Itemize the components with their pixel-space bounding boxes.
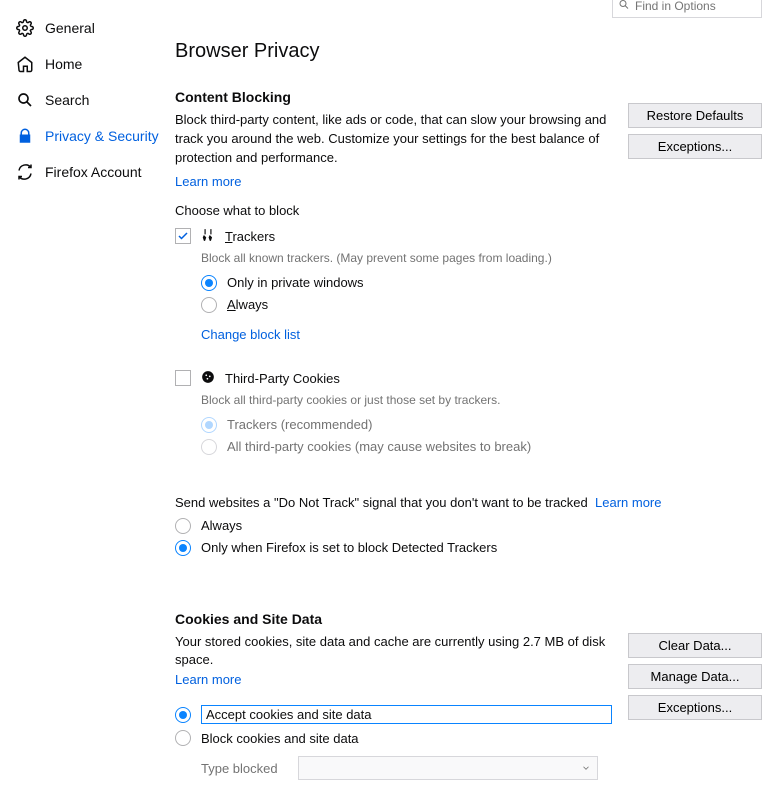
page-title: Browser Privacy: [175, 40, 762, 63]
dnt-only-radio[interactable]: [175, 540, 191, 556]
cookies-learn-more-link[interactable]: Learn more: [175, 672, 241, 687]
cookies-desc: Your stored cookies, site data and cache…: [175, 633, 612, 671]
content-blocking-exceptions-button[interactable]: Exceptions...: [628, 134, 762, 159]
manage-data-button[interactable]: Manage Data...: [628, 664, 762, 689]
gear-icon: [15, 18, 35, 38]
dnt-always-label: Always: [201, 518, 242, 533]
tp-cookies-all-label: All third-party cookies (may cause websi…: [227, 439, 531, 454]
sidebar-item-firefox-account[interactable]: Firefox Account: [5, 154, 175, 190]
sidebar: General Home Search Privacy & Security F…: [0, 0, 175, 806]
dnt-desc: Send websites a "Do Not Track" signal th…: [175, 495, 588, 510]
tp-cookies-trackers-label: Trackers (recommended): [227, 417, 372, 432]
sidebar-item-label: Search: [45, 92, 89, 108]
trackers-sublabel: Block all known trackers. (May prevent s…: [201, 251, 762, 265]
third-party-cookies-sublabel: Block all third-party cookies or just th…: [201, 393, 762, 407]
dnt-always-radio[interactable]: [175, 518, 191, 534]
sidebar-item-general[interactable]: General: [5, 10, 175, 46]
dnt-only-label: Only when Firefox is set to block Detect…: [201, 540, 497, 555]
cookies-accept-radio[interactable]: [175, 707, 191, 723]
cookies-block-radio[interactable]: [175, 730, 191, 746]
content-blocking-desc: Block third-party content, like ads or c…: [175, 111, 612, 168]
trackers-icon: [201, 228, 215, 245]
cookies-exceptions-button[interactable]: Exceptions...: [628, 695, 762, 720]
clear-data-button[interactable]: Clear Data...: [628, 633, 762, 658]
content-blocking-learn-more-link[interactable]: Learn more: [175, 174, 241, 189]
sidebar-item-home[interactable]: Home: [5, 46, 175, 82]
type-blocked-select[interactable]: [298, 756, 598, 780]
sidebar-item-label: General: [45, 20, 95, 36]
sync-icon: [15, 162, 35, 182]
lock-icon: [15, 126, 35, 146]
cookies-block-label: Block cookies and site data: [201, 731, 359, 746]
search-input[interactable]: [612, 0, 762, 18]
sidebar-item-label: Privacy & Security: [45, 128, 159, 144]
trackers-always-radio[interactable]: [201, 297, 217, 313]
tp-cookies-trackers-radio[interactable]: [201, 417, 217, 433]
sidebar-item-label: Firefox Account: [45, 164, 142, 180]
sidebar-item-label: Home: [45, 56, 82, 72]
sidebar-item-search[interactable]: Search: [5, 82, 175, 118]
content-blocking-heading: Content Blocking: [175, 89, 612, 105]
main-content: Browser Privacy Content Blocking Block t…: [175, 0, 780, 806]
trackers-label: Trackers: [225, 229, 275, 244]
trackers-checkbox[interactable]: [175, 228, 191, 244]
chevron-down-icon: [581, 761, 591, 776]
cookies-heading: Cookies and Site Data: [175, 611, 762, 627]
restore-defaults-button[interactable]: Restore Defaults: [628, 103, 762, 128]
search-wrap: [612, 0, 762, 18]
third-party-cookies-label: Third-Party Cookies: [225, 371, 340, 386]
type-blocked-label: Type blocked: [201, 761, 278, 776]
home-icon: [15, 54, 35, 74]
tp-cookies-all-radio[interactable]: [201, 439, 217, 455]
change-block-list-link[interactable]: Change block list: [201, 327, 300, 342]
search-icon: [15, 90, 35, 110]
trackers-only-private-label: Only in private windows: [227, 275, 364, 290]
dnt-learn-more-link[interactable]: Learn more: [595, 495, 661, 510]
sidebar-item-privacy-security[interactable]: Privacy & Security: [5, 118, 175, 154]
third-party-cookies-checkbox[interactable]: [175, 370, 191, 386]
trackers-only-private-radio[interactable]: [201, 275, 217, 291]
cookies-accept-label: Accept cookies and site data: [206, 707, 372, 722]
trackers-always-label: Always: [227, 297, 268, 312]
cookie-icon: [201, 370, 215, 387]
choose-what-to-block-label: Choose what to block: [175, 203, 762, 218]
